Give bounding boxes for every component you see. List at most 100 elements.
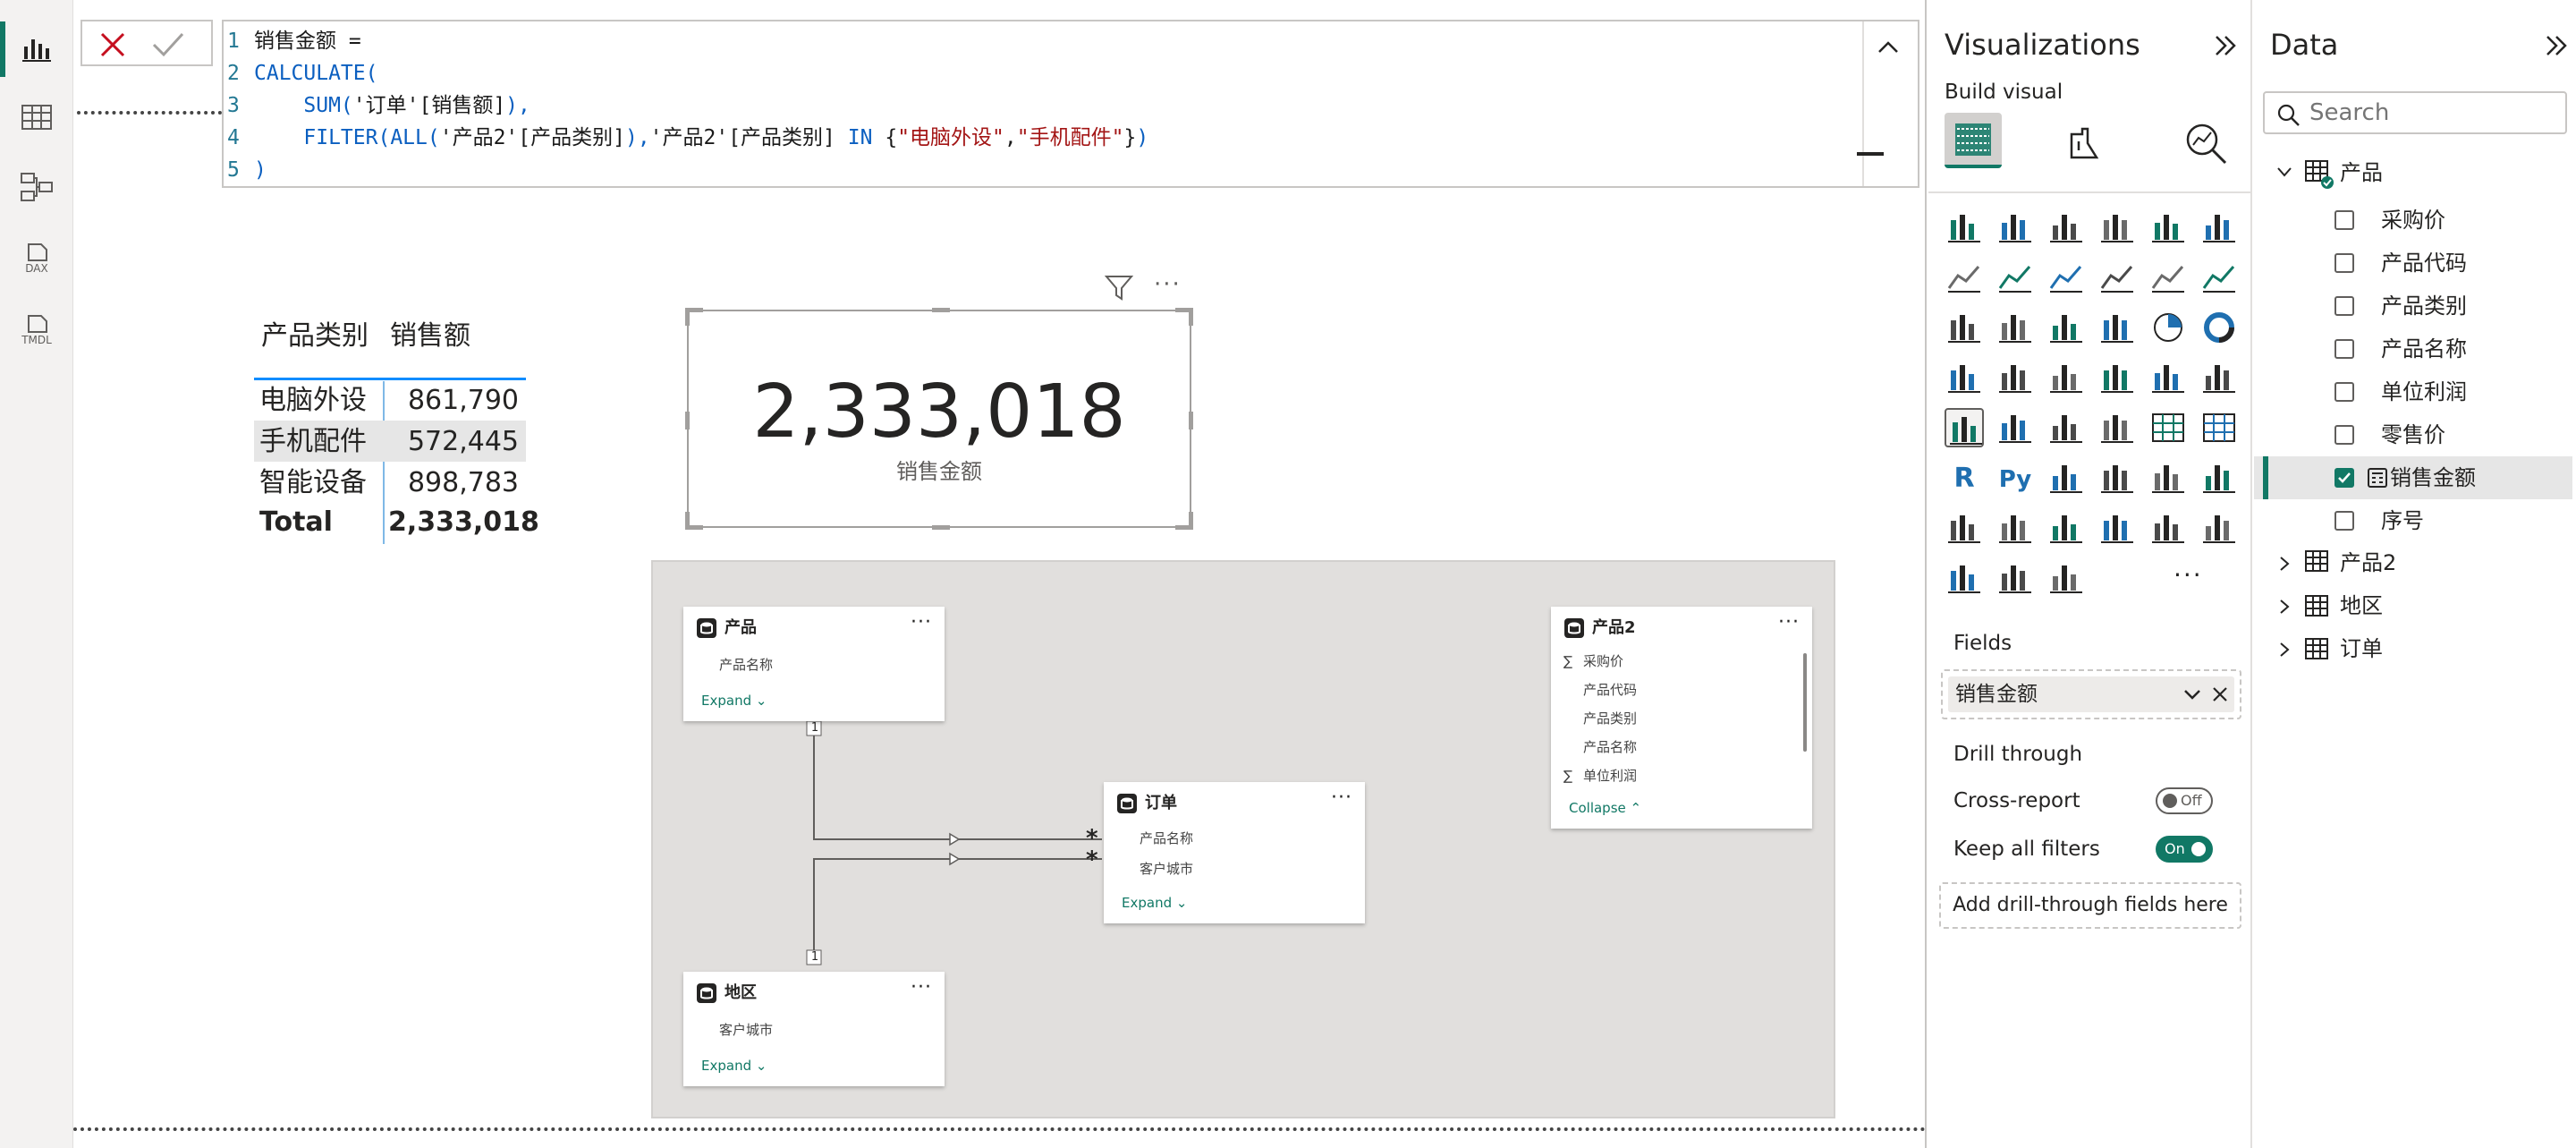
minimize-icon[interactable] bbox=[1857, 152, 1884, 156]
more-options-icon[interactable]: ··· bbox=[911, 612, 932, 634]
tmdl-view-icon[interactable]: TMDL bbox=[18, 311, 55, 349]
cross-report-toggle[interactable]: Off bbox=[2156, 787, 2213, 814]
kpi-icon[interactable] bbox=[2046, 408, 2086, 447]
python-visual-icon[interactable]: Py bbox=[1996, 458, 2035, 497]
more-options-icon[interactable]: ··· bbox=[1331, 787, 1352, 809]
chevron-down-icon[interactable] bbox=[2275, 163, 2293, 181]
power-automate-2-icon[interactable] bbox=[2046, 558, 2086, 598]
keep-all-filters-toggle[interactable]: On bbox=[2156, 836, 2213, 863]
chevron-right-icon[interactable] bbox=[2275, 555, 2293, 573]
table-header-value[interactable]: 销售额 bbox=[390, 317, 470, 356]
power-apps-icon[interactable] bbox=[2148, 508, 2188, 548]
ribbon-chart-icon[interactable] bbox=[1945, 308, 1984, 347]
goals-icon[interactable] bbox=[1945, 508, 1984, 548]
cancel-formula-button[interactable] bbox=[97, 29, 129, 61]
search-input[interactable] bbox=[2309, 98, 2551, 127]
line-stacked-column-icon[interactable] bbox=[2148, 258, 2188, 297]
multi-row-card-icon[interactable] bbox=[1996, 408, 2035, 447]
model-table-product2[interactable]: 产品2 ··· ∑ 采购价 产品代码 产品类别 产品名称 ∑ 单位利润 Collap… bbox=[1551, 607, 1812, 829]
model-table-orders[interactable]: 订单 ··· 产品名称 客户城市 Expand ⌄ bbox=[1104, 782, 1365, 923]
dax-query-view-icon[interactable]: DAX bbox=[18, 240, 55, 277]
stacked-column-chart-icon[interactable] bbox=[1996, 208, 2035, 247]
more-options-icon[interactable]: ··· bbox=[911, 977, 932, 999]
funnel-chart-icon[interactable] bbox=[2046, 308, 2086, 347]
resize-handle[interactable] bbox=[1189, 308, 1193, 326]
clustered-bar-chart-icon[interactable] bbox=[2046, 208, 2086, 247]
card-visual[interactable]: 2,333,018 销售金额 bbox=[685, 308, 1193, 530]
collapse-pane-button[interactable] bbox=[2542, 32, 2571, 59]
search-box[interactable] bbox=[2263, 91, 2567, 134]
smart-narrative-icon[interactable] bbox=[2199, 458, 2239, 497]
data-table-row[interactable]: 地区 bbox=[2254, 585, 2576, 628]
format-visual-tab[interactable] bbox=[2063, 122, 2106, 165]
data-table-row[interactable]: 产品2 bbox=[2254, 542, 2576, 585]
100-stacked-bar-chart-icon[interactable] bbox=[2148, 208, 2188, 247]
treemap-icon[interactable] bbox=[1945, 358, 1984, 397]
analytics-tab[interactable] bbox=[2182, 120, 2229, 166]
stacked-bar-chart-icon[interactable] bbox=[1945, 208, 1984, 247]
key-influencers-icon[interactable] bbox=[2046, 458, 2086, 497]
field-checkbox[interactable] bbox=[2334, 382, 2354, 402]
table-header-category[interactable]: 产品类别 bbox=[261, 317, 369, 356]
new-slicer-icon[interactable] bbox=[2097, 508, 2137, 548]
collapse-link[interactable]: Collapse ⌃ bbox=[1569, 798, 1641, 818]
scatter-chart-icon[interactable] bbox=[2097, 308, 2137, 347]
data-field-row[interactable]: 采购价 bbox=[2254, 199, 2572, 242]
filter-icon[interactable] bbox=[1104, 272, 1134, 302]
field-checkbox[interactable] bbox=[2334, 253, 2354, 273]
azure-map-2-icon[interactable] bbox=[1945, 558, 1984, 598]
filled-map-icon[interactable] bbox=[2046, 358, 2086, 397]
field-checkbox[interactable] bbox=[2334, 210, 2354, 230]
data-field-row[interactable]: 单位利润 bbox=[2254, 370, 2572, 413]
scrollbar[interactable] bbox=[1803, 653, 1807, 752]
data-field-row[interactable]: 零售价 bbox=[2254, 413, 2572, 456]
waterfall-chart-icon[interactable] bbox=[1996, 308, 2035, 347]
resize-handle[interactable] bbox=[685, 308, 690, 326]
new-card-icon[interactable] bbox=[2046, 508, 2086, 548]
fields-well[interactable]: 销售金额 bbox=[1941, 669, 2241, 719]
more-visuals-icon[interactable]: ··· bbox=[2174, 562, 2203, 589]
more-options-icon[interactable]: ··· bbox=[1154, 273, 1182, 296]
model-view-icon[interactable] bbox=[18, 168, 55, 206]
slicer-icon[interactable] bbox=[2097, 408, 2137, 447]
expand-link[interactable]: Expand ⌄ bbox=[1122, 893, 1187, 913]
100-stacked-column-chart-icon[interactable] bbox=[2199, 208, 2239, 247]
resize-handle[interactable] bbox=[932, 525, 950, 530]
power-apps-2-icon[interactable] bbox=[1996, 558, 2035, 598]
stacked-area-chart-icon[interactable] bbox=[2046, 258, 2086, 297]
chevron-down-icon[interactable] bbox=[2182, 685, 2202, 703]
field-checkbox[interactable] bbox=[2334, 511, 2354, 531]
collapse-pane-button[interactable] bbox=[2211, 32, 2240, 59]
report-view-icon[interactable] bbox=[18, 30, 55, 68]
paginated-report-icon[interactable] bbox=[1996, 508, 2035, 548]
line-clustered-column-icon[interactable] bbox=[2199, 258, 2239, 297]
resize-handle[interactable] bbox=[932, 308, 950, 312]
model-table-region[interactable]: 地区 ··· 客户城市 Expand ⌄ bbox=[683, 972, 945, 1086]
more-options-icon[interactable]: ··· bbox=[1778, 612, 1800, 634]
qa-icon[interactable] bbox=[2148, 458, 2188, 497]
area-chart-icon[interactable] bbox=[1996, 258, 2035, 297]
azure-map-icon[interactable] bbox=[2148, 358, 2188, 397]
remove-field-icon[interactable] bbox=[2211, 685, 2229, 703]
commit-formula-button[interactable] bbox=[150, 29, 186, 61]
chevron-right-icon[interactable] bbox=[2275, 598, 2293, 616]
line-chart-icon[interactable] bbox=[1945, 258, 1984, 297]
formula-bar[interactable]: 1 销售金额 = 2 CALCULATE( 3 SUM('订单'[销售额]), 4 … bbox=[222, 20, 1919, 188]
shape-map-icon[interactable] bbox=[2097, 358, 2137, 397]
matrix-icon[interactable] bbox=[2199, 408, 2239, 447]
resize-handle[interactable] bbox=[685, 512, 690, 530]
pie-chart-icon[interactable] bbox=[2148, 308, 2188, 347]
field-checkbox[interactable] bbox=[2334, 425, 2354, 445]
decomposition-tree-icon[interactable] bbox=[2097, 458, 2137, 497]
data-table-name[interactable]: 产品 bbox=[2340, 157, 2383, 188]
100-stacked-area-chart-icon[interactable] bbox=[2097, 258, 2137, 297]
build-visual-tab[interactable] bbox=[1945, 113, 2002, 168]
table-icon[interactable] bbox=[2148, 408, 2188, 447]
field-checkbox[interactable] bbox=[2334, 468, 2354, 488]
table-view-icon[interactable] bbox=[18, 98, 55, 136]
data-field-row[interactable]: 产品类别 bbox=[2254, 285, 2572, 327]
drill-through-well[interactable]: Add drill-through fields here bbox=[1939, 882, 2241, 929]
data-field-row[interactable]: 销售金额 bbox=[2254, 456, 2572, 499]
expand-link[interactable]: Expand ⌄ bbox=[701, 1056, 767, 1076]
data-field-row[interactable]: 产品代码 bbox=[2254, 242, 2572, 285]
